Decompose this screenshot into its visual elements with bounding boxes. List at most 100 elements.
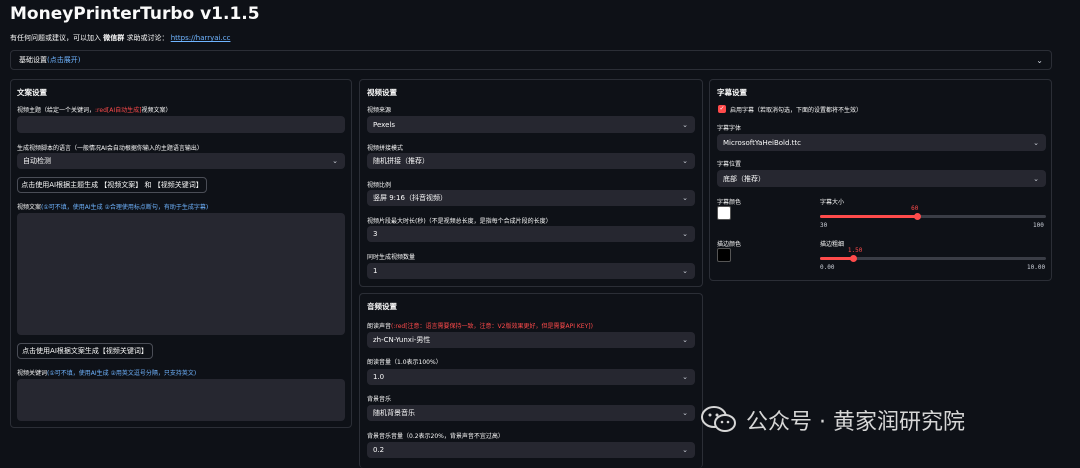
app-title: MoneyPrinterTurbo v1.1.5 [10, 4, 260, 24]
chevron-down-icon: ⌄ [682, 120, 688, 129]
stroke-width-label: 描边粗细 [820, 241, 845, 248]
topic-label-text: 视频主题（给定一个关键词， [17, 107, 96, 114]
generate-keywords-button[interactable]: 点击使用AI根据文案生成【视频关键词】 [17, 343, 153, 359]
subtitle-font-select[interactable]: MicrosoftYaHeiBold.ttc ⌄ [717, 134, 1046, 151]
basic-settings-expander[interactable]: 基础设置 (点击展开) ⌄ [10, 50, 1052, 70]
subtitle-position-label: 字幕位置 [717, 161, 742, 168]
voice-label-warning: (:red[注意：语言需要保持一致，注意：V2版效果更好，但是需要API KEY… [391, 323, 593, 330]
subtitle-size-slider[interactable] [820, 212, 1046, 220]
stroke-color-picker[interactable] [717, 248, 731, 262]
subtitle-prefix: 有任何问题或建议，可以加入 [10, 34, 101, 42]
app-subtitle: 有任何问题或建议，可以加入 微信群 求助或讨论： https://harryai… [10, 33, 230, 43]
bgm-select[interactable]: 随机背景音乐 ⌄ [367, 405, 695, 421]
generate-script-button[interactable]: 点击使用AI根据主题生成 【视频文案】 和 【视频关键词】 [17, 177, 207, 193]
voice-value: zh-CN-Yunxi-男性 [373, 336, 431, 344]
voice-volume-value: 1.0 [373, 373, 385, 381]
video-settings-header: 视频设置 [367, 88, 397, 97]
chevron-down-icon: ⌄ [682, 194, 688, 202]
chevron-down-icon: ⌄ [682, 157, 688, 165]
subtitle-font-value: MicrosoftYaHeiBold.ttc [723, 138, 802, 147]
clip-duration-select[interactable]: 3 ⌄ [367, 226, 695, 242]
subtitle-link[interactable]: https://harryai.cc [171, 34, 231, 42]
subtitle-color-label: 字幕颜色 [717, 199, 742, 206]
chevron-down-icon: ⌄ [1036, 56, 1043, 65]
topic-label-end: 视频文案） [141, 107, 172, 114]
script-settings-panel: 文案设置 视频主题（给定一个关键词，:red[AI自动生成]视频文案） 生成视频… [10, 79, 352, 428]
voice-label: 朗读声音(:red[注意：语言需要保持一致，注意：V2版效果更好，但是需要API… [367, 321, 593, 330]
chevron-down-icon: ⌄ [682, 230, 688, 238]
subtitle-mid: 求助或讨论： [126, 34, 169, 42]
voice-volume-select[interactable]: 1.0 ⌄ [367, 369, 695, 385]
aspect-ratio-value: 竖屏 9:16（抖音视频） [373, 194, 447, 202]
language-select[interactable]: 自动检测 ⌄ [17, 153, 345, 169]
subtitle-size-max: 100 [1033, 222, 1044, 229]
subtitle-size-fill [820, 215, 918, 218]
stroke-width-value: 1.50 [847, 247, 863, 254]
enable-subtitle-label: 启用字幕（若取消勾选，下面的设置都将不生效） [730, 107, 863, 114]
topic-label: 视频主题（给定一个关键词，:red[AI自动生成]视频文案） [17, 105, 171, 114]
concat-mode-value: 随机拼接（推荐） [373, 157, 429, 165]
chevron-down-icon: ⌄ [682, 446, 688, 454]
subtitle-size-thumb[interactable] [913, 212, 921, 220]
language-label: 生成视频脚本的语言（一般情况AI会自动根据你输入的主题语言输出） [17, 145, 203, 152]
script-settings-header: 文案设置 [17, 88, 47, 97]
audio-settings-header: 音频设置 [367, 302, 397, 311]
language-value: 自动检测 [23, 157, 51, 165]
subtitle-color-picker[interactable] [717, 206, 731, 220]
subtitle-wechat-group: 微信群 [103, 34, 125, 42]
audio-settings-panel: 音频设置 朗读声音(:red[注意：语言需要保持一致，注意：V2版效果更好，但是… [359, 293, 703, 468]
video-settings-panel: 视频设置 视频来源 Pexels ⌄ 视频拼接模式 随机拼接（推荐） ⌄ 视频比… [359, 79, 703, 287]
stroke-width-thumb[interactable] [850, 254, 858, 262]
keywords-label: 视频关键词(①可不填，使用AI生成 ②用英文逗号分隔，只支持英文) [17, 368, 196, 377]
concat-mode-select[interactable]: 随机拼接（推荐） ⌄ [367, 153, 695, 169]
subtitle-size-label: 字幕大小 [820, 199, 845, 206]
topic-label-red: :red[AI自动生成] [95, 107, 142, 114]
subtitle-font-label: 字幕字体 [717, 125, 742, 132]
video-source-select[interactable]: Pexels ⌄ [367, 116, 695, 133]
stroke-width-min: 0.00 [820, 264, 835, 271]
script-textarea[interactable] [17, 213, 345, 335]
voice-select[interactable]: zh-CN-Yunxi-男性 ⌄ [367, 332, 695, 348]
chevron-down-icon: ⌄ [1033, 174, 1039, 183]
chevron-down-icon: ⌄ [682, 336, 688, 344]
video-count-value: 1 [373, 267, 378, 275]
clip-duration-label: 视频片段最大时长(秒)（不是视频总长度，是指每个合成片段的长度） [367, 218, 552, 225]
watermark-text: 公众号 · 黄家润研究院 [746, 410, 965, 435]
bgm-volume-value: 0.2 [373, 446, 385, 454]
subtitle-position-select[interactable]: 底部（推荐） ⌄ [717, 170, 1046, 187]
chevron-down-icon: ⌄ [682, 373, 688, 381]
aspect-ratio-select[interactable]: 竖屏 9:16（抖音视频） ⌄ [367, 190, 695, 206]
stroke-width-slider[interactable] [820, 254, 1046, 262]
enable-subtitle-checkbox[interactable]: ✓ [718, 105, 726, 113]
concat-mode-label: 视频拼接模式 [367, 145, 404, 152]
video-count-label: 同时生成视频数量 [367, 254, 416, 261]
stroke-width-max: 10.00 [1027, 264, 1046, 271]
subtitle-settings-panel: 字幕设置 ✓ 启用字幕（若取消勾选，下面的设置都将不生效） 字幕字体 Micro… [709, 79, 1052, 281]
script-label-hint: (①可不填，使用AI生成 ②合理使用标点断句，有助于生成字幕) [41, 204, 209, 211]
bgm-volume-label: 背景音乐音量（0.2表示20%，背景声音不宜过高） [367, 433, 504, 440]
voice-volume-label: 朗读音量（1.0表示100%） [367, 359, 442, 366]
chevron-down-icon: ⌄ [682, 409, 688, 417]
chevron-down-icon: ⌄ [682, 267, 688, 275]
script-label: 视频文案(①可不填，使用AI生成 ②合理使用标点断句，有助于生成字幕) [17, 202, 208, 211]
clip-duration-value: 3 [373, 230, 378, 238]
bgm-volume-select[interactable]: 0.2 ⌄ [367, 442, 695, 458]
bgm-label: 背景音乐 [367, 396, 392, 403]
keywords-label-text: 视频关键词 [17, 370, 48, 377]
wechat-icon [700, 405, 738, 435]
video-source-value: Pexels [373, 120, 395, 129]
chevron-down-icon: ⌄ [332, 157, 338, 165]
bgm-value: 随机背景音乐 [373, 409, 415, 417]
subtitle-settings-header: 字幕设置 [717, 88, 747, 97]
stroke-color-label: 描边颜色 [717, 241, 742, 248]
topic-input[interactable] [17, 116, 345, 133]
voice-label-text: 朗读声音 [367, 323, 392, 330]
keywords-textarea[interactable] [17, 379, 345, 421]
video-source-label: 视频来源 [367, 107, 392, 114]
wechat-watermark: 公众号 · 黄家润研究院 [700, 404, 965, 436]
keywords-label-hint: (①可不填，使用AI生成 ②用英文逗号分隔，只支持英文) [47, 370, 197, 377]
stroke-width-fill [820, 257, 854, 260]
video-count-select[interactable]: 1 ⌄ [367, 263, 695, 279]
aspect-ratio-label: 视频比例 [367, 182, 392, 189]
script-label-text: 视频文案 [17, 204, 42, 211]
